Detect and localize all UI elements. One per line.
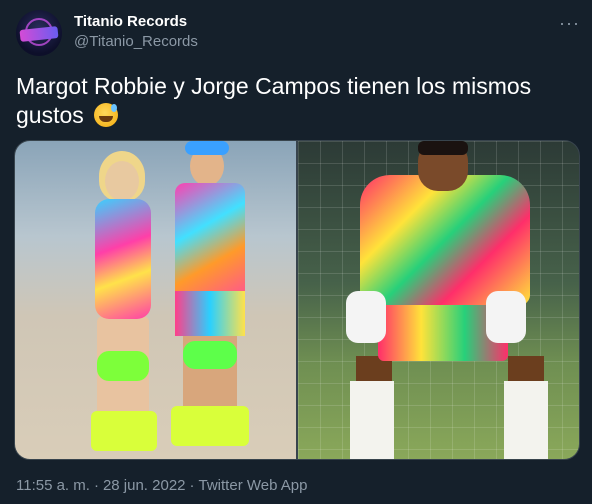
more-options-icon[interactable]: ···	[559, 14, 580, 32]
goalkeeper-sock	[504, 381, 548, 459]
logo-band	[19, 26, 59, 42]
goalkeeper-sock	[350, 381, 394, 459]
tweet-time[interactable]: 11:55 a. m.	[16, 477, 90, 494]
media-grid	[14, 140, 580, 460]
tweet-header: Titanio Records @Titanio_Records ···	[16, 10, 580, 58]
goalkeeper-glove	[346, 291, 386, 343]
tweet-source[interactable]: Twitter Web App	[199, 477, 308, 494]
figure-cap	[185, 141, 229, 155]
separator-dot: ·	[189, 477, 195, 494]
avatar[interactable]	[16, 10, 62, 56]
separator-dot: ·	[93, 477, 99, 494]
tweet-text-content: Margot Robbie y Jorge Campos tienen los …	[16, 73, 532, 128]
account-handle[interactable]: @Titanio_Records	[74, 32, 198, 52]
tweet-text: Margot Robbie y Jorge Campos tienen los …	[16, 72, 576, 130]
roller-skates	[91, 411, 157, 451]
tweet-card: Titanio Records @Titanio_Records ··· Mar…	[0, 0, 592, 504]
grinning-face-with-sweat-icon	[94, 103, 119, 127]
account-names: Titanio Records @Titanio_Records	[74, 12, 198, 52]
tweet-meta: 11:55 a. m. · 28 jun. 2022 · Twitter Web App	[16, 476, 307, 496]
knee-pads	[183, 341, 237, 369]
goalkeeper-hair	[418, 141, 468, 155]
goalkeeper-glove	[486, 291, 526, 343]
display-name[interactable]: Titanio Records	[74, 12, 198, 32]
roller-skates	[171, 406, 249, 446]
figure-shorts	[175, 291, 245, 336]
knee-pads	[97, 351, 149, 381]
photo-skaters[interactable]	[15, 141, 296, 459]
tweet-date[interactable]: 28 jun. 2022	[103, 477, 186, 494]
figure-head	[105, 161, 139, 201]
photo-goalkeeper[interactable]	[298, 141, 579, 459]
figure-outfit	[95, 199, 151, 319]
goalkeeper-jersey	[360, 175, 530, 305]
